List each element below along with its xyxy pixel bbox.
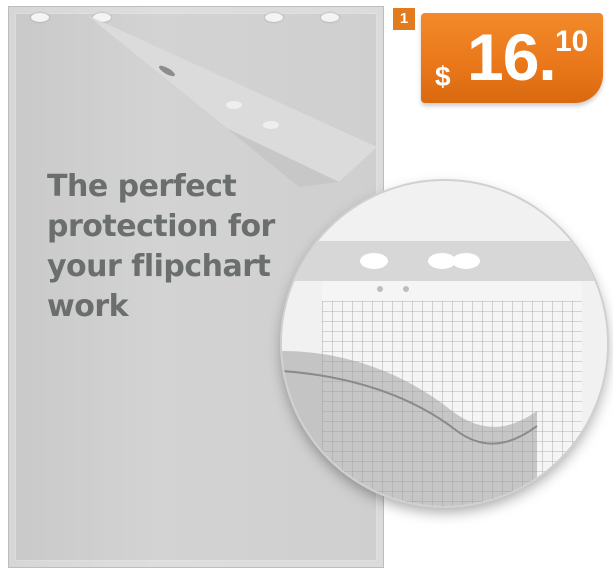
price-currency: $ xyxy=(435,61,451,92)
zoom-detail-circle xyxy=(282,181,607,506)
headline-line: your flipchart xyxy=(47,249,271,284)
price-main: 16. xyxy=(467,20,557,94)
price-cents: 10 xyxy=(555,25,589,58)
item-number-badge: 1 xyxy=(393,8,415,30)
headline-line: The perfect xyxy=(47,169,237,204)
headline: The perfect protection for your flipchar… xyxy=(47,167,307,327)
headline-line: protection for xyxy=(47,209,275,244)
grid-paper-detail xyxy=(282,181,607,506)
product-image: The perfect protection for your flipchar… xyxy=(0,0,613,573)
headline-line: work xyxy=(47,289,129,324)
price-tag: $ 16. 10 xyxy=(421,13,603,103)
